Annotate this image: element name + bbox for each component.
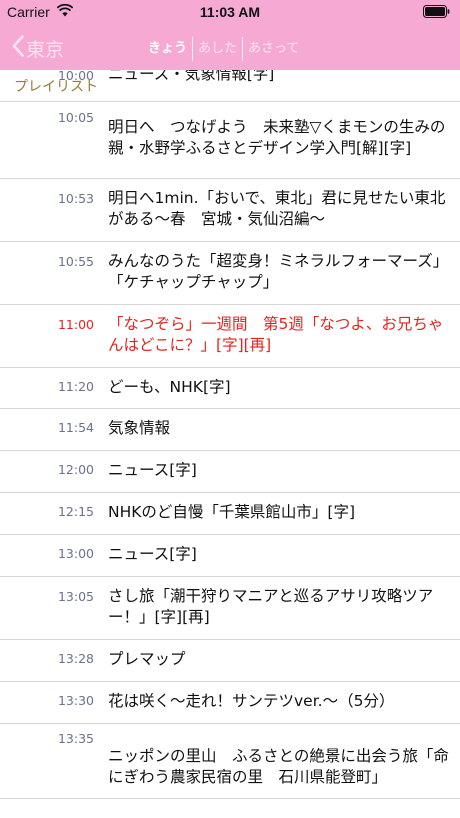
- program-row[interactable]: 10:05 明日へ つなげよう 未来塾▽くまモンの生みの親・水野学ふるさとデザイ…: [0, 102, 460, 179]
- program-time: 12:00: [57, 462, 94, 477]
- program-time: 13:35: [57, 731, 94, 746]
- program-title: プレマップ: [108, 650, 186, 668]
- program-row[interactable]: 13:00 ニュース[字]: [0, 535, 460, 577]
- program-time: 10:55: [57, 254, 94, 269]
- nav-bar: 東京 きょう あした あさって: [0, 24, 460, 70]
- program-time: 10:05: [57, 110, 94, 125]
- program-row[interactable]: 12:00 ニュース[字]: [0, 451, 460, 493]
- program-time: 13:28: [57, 651, 94, 666]
- back-label: 東京: [26, 38, 65, 61]
- chevron-left-icon: [12, 35, 24, 61]
- tab-today[interactable]: きょう: [143, 37, 192, 61]
- tab-divider: [192, 37, 194, 61]
- program-row[interactable]: 13:35 ニッポンの里山 ふるさとの絶景に出会う旅「命にぎわう農家民宿の里 石…: [0, 724, 460, 799]
- program-title: ニッポンの里山 ふるさとの絶景に出会う旅「命にぎわう農家民宿の里 石川県能登町」: [108, 747, 449, 786]
- day-tabs: きょう あした あさって: [143, 37, 304, 61]
- program-title: 花は咲く〜走れ！サンテツver.〜（5分）: [108, 692, 395, 710]
- program-title: ニュース[字]: [108, 461, 197, 479]
- program-row-current[interactable]: 11:00 「なつぞら」一週間 第5週「なつよ、お兄ちゃんはどこに？」[字][再…: [0, 305, 460, 368]
- program-time: 13:00: [57, 546, 94, 561]
- program-row[interactable]: 10:53 明日へ1min.「おいで、東北」君に見せたい東北がある〜春 宮城・気…: [0, 179, 460, 242]
- program-title: ニュース[字]: [108, 545, 197, 563]
- program-time: 10:53: [57, 191, 94, 206]
- program-row[interactable]: 13:05 さし旅「潮干狩りマニアと巡るアサリ攻略ツアー！」[字][再]: [0, 577, 460, 640]
- tab-day-after-tomorrow[interactable]: あさって: [243, 37, 304, 61]
- program-row[interactable]: 10:55 みんなのうた「超変身！ミネラルフォーマーズ」「ケチャップチャップ」: [0, 242, 460, 305]
- program-title: 明日へ1min.「おいで、東北」君に見せたい東北がある〜春 宮城・気仙沼編〜: [108, 189, 446, 228]
- program-row[interactable]: 11:54 気象情報: [0, 409, 460, 451]
- status-bar: Carrier 11:03 AM: [0, 0, 460, 24]
- program-time: 11:20: [57, 379, 94, 394]
- status-time: 11:03 AM: [199, 4, 261, 20]
- program-title: 「なつぞら」一週間 第5週「なつよ、お兄ちゃんはどこに？」[字][再]: [108, 315, 444, 354]
- program-time: 13:30: [57, 693, 94, 708]
- program-title: さし旅「潮干狩りマニアと巡るアサリ攻略ツアー！」[字][再]: [108, 587, 434, 626]
- tab-tomorrow[interactable]: あした: [193, 37, 242, 61]
- program-row[interactable]: 12:15 NHKのど自慢「千葉県館山市」[字]: [0, 493, 460, 535]
- program-row[interactable]: 13:30 花は咲く〜走れ！サンテツver.〜（5分）: [0, 682, 460, 724]
- program-list: 10:00 ニュース・気象情報[字] 10:05 明日へ つなげよう 未来塾▽く…: [0, 60, 460, 799]
- program-time: 11:54: [57, 420, 94, 435]
- program-title: どーも、NHK[字]: [108, 378, 231, 396]
- playlist-button[interactable]: プレイリスト: [14, 76, 98, 96]
- tab-divider: [242, 37, 244, 61]
- program-title: NHKのど自慢「千葉県館山市」[字]: [108, 503, 356, 521]
- program-time: 12:15: [57, 504, 94, 519]
- back-button[interactable]: 東京: [12, 35, 64, 61]
- program-title: みんなのうた「超変身！ミネラルフォーマーズ」「ケチャップチャップ」: [108, 252, 449, 291]
- program-time: 13:05: [57, 589, 94, 604]
- battery-icon: [423, 5, 450, 21]
- program-time: 11:00: [57, 317, 94, 332]
- program-title: 気象情報: [108, 419, 171, 437]
- program-row[interactable]: 11:20 どーも、NHK[字]: [0, 368, 460, 409]
- program-row[interactable]: 13:28 プレマップ: [0, 640, 460, 682]
- program-title: 明日へ つなげよう 未来塾▽くまモンの生みの親・水野学ふるさとデザイン学入門[解…: [108, 118, 446, 157]
